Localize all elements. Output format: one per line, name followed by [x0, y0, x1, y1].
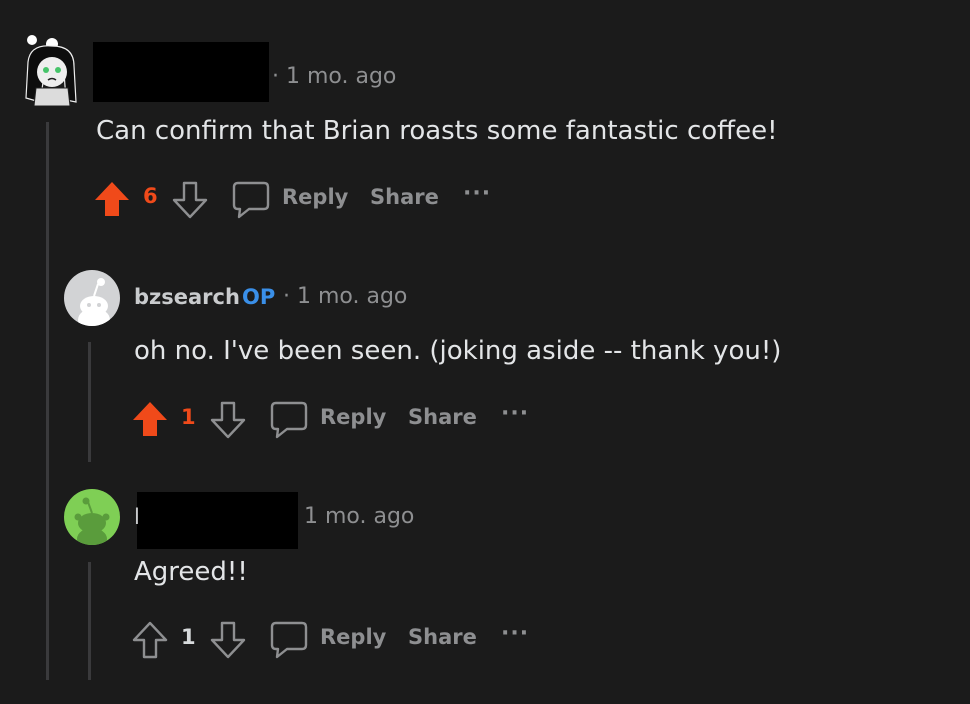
- reply-button[interactable]: Reply: [282, 185, 348, 209]
- username[interactable]: l: [134, 505, 140, 529]
- thread-line-reply-2[interactable]: [88, 562, 91, 680]
- redacted-username: [137, 492, 298, 549]
- timestamp[interactable]: · 1 mo. ago: [272, 64, 396, 89]
- vote-score: 1: [181, 405, 196, 429]
- more-options-button[interactable]: ···: [463, 181, 491, 206]
- user-avatar[interactable]: [20, 32, 80, 106]
- reply-button[interactable]: Reply: [320, 625, 386, 649]
- user-avatar[interactable]: [64, 270, 120, 326]
- upvote-icon[interactable]: [131, 400, 169, 442]
- more-options-button[interactable]: ···: [501, 621, 529, 646]
- comment-text: Can confirm that Brian roasts some fanta…: [96, 116, 778, 146]
- reply-button[interactable]: Reply: [320, 405, 386, 429]
- thread-line-top[interactable]: [46, 122, 49, 680]
- user-avatar[interactable]: [64, 489, 120, 545]
- downvote-icon[interactable]: [209, 400, 247, 444]
- op-badge: OP: [242, 285, 276, 309]
- comment-icon[interactable]: [231, 180, 271, 224]
- vote-score: 6: [143, 184, 158, 208]
- redacted-username: [93, 42, 269, 102]
- vote-score: 1: [181, 625, 196, 649]
- upvote-icon[interactable]: [93, 180, 131, 222]
- downvote-icon[interactable]: [171, 180, 209, 224]
- share-button[interactable]: Share: [408, 405, 477, 429]
- share-button[interactable]: Share: [370, 185, 439, 209]
- comment-text: oh no. I've been seen. (joking aside -- …: [134, 336, 782, 366]
- downvote-icon[interactable]: [209, 620, 247, 664]
- comment-text: Agreed!!: [134, 557, 248, 587]
- timestamp[interactable]: · 1 mo. ago: [283, 284, 407, 309]
- comment-icon[interactable]: [269, 620, 309, 664]
- thread-line-reply-1[interactable]: [88, 342, 91, 462]
- share-button[interactable]: Share: [408, 625, 477, 649]
- more-options-button[interactable]: ···: [501, 401, 529, 426]
- comment-icon[interactable]: [269, 400, 309, 444]
- upvote-icon[interactable]: [131, 620, 169, 664]
- username[interactable]: bzsearch: [134, 285, 240, 309]
- timestamp[interactable]: 1 mo. ago: [304, 504, 414, 529]
